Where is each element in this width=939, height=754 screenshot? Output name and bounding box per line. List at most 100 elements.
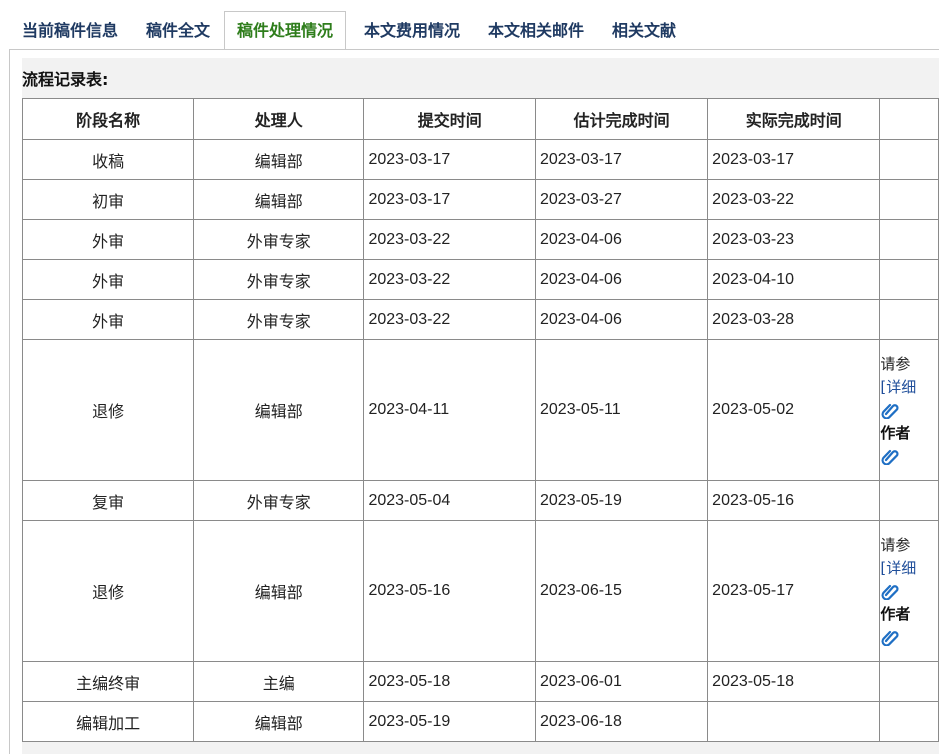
cell-stage: 复审 xyxy=(21,480,195,521)
cell-actual: 2023-04-10 xyxy=(707,259,881,300)
cell-stage: 退修 xyxy=(21,520,195,662)
header-estimated-time: 估计完成时间 xyxy=(534,98,709,140)
table-row: 编辑加工 编辑部 2023-05-19 2023-06-18 xyxy=(21,701,939,742)
header-actual-time: 实际完成时间 xyxy=(707,98,881,140)
cell-estimated: 2023-03-17 xyxy=(534,139,709,180)
table-row: 收稿 编辑部 2023-03-17 2023-03-17 2023-03-17 xyxy=(21,139,939,180)
cell-note xyxy=(879,299,939,340)
note-text: 请参 xyxy=(880,535,911,554)
cell-stage: 外审 xyxy=(21,259,195,300)
header-submit-time: 提交时间 xyxy=(363,98,536,140)
cell-actual: 2023-03-23 xyxy=(707,219,881,260)
cell-submitted: 2023-03-17 xyxy=(363,139,536,180)
cell-stage: 外审 xyxy=(21,299,195,340)
tab-related-literature[interactable]: 相关文献 xyxy=(612,14,676,50)
cell-stage: 退修 xyxy=(21,339,195,481)
table-row: 主编终审 主编 2023-05-18 2023-06-01 2023-05-18 xyxy=(21,661,939,702)
note-author-label: 作者 xyxy=(880,604,911,623)
table-header-row: 阶段名称 处理人 提交时间 估计完成时间 实际完成时间 xyxy=(21,98,939,140)
tab-bar-divider xyxy=(10,49,939,50)
cell-handler: 外审专家 xyxy=(193,299,365,340)
content-left-border xyxy=(9,49,10,754)
table-row: 外审 外审专家 2023-03-22 2023-04-06 2023-03-28 xyxy=(21,299,939,340)
tab-manuscript-info[interactable]: 当前稿件信息 xyxy=(22,14,118,50)
author-attachment-link[interactable] xyxy=(881,626,938,649)
details-link[interactable]: [详细 xyxy=(881,376,938,399)
cell-handler: 外审专家 xyxy=(193,219,365,260)
table-row: 外审 外审专家 2023-03-22 2023-04-06 2023-03-23 xyxy=(21,219,939,260)
paperclip-icon xyxy=(881,584,899,600)
cell-handler: 编辑部 xyxy=(193,339,365,481)
cell-estimated: 2023-04-06 xyxy=(534,219,709,260)
cell-note xyxy=(879,480,939,521)
cell-handler: 编辑部 xyxy=(193,701,365,742)
cell-note xyxy=(879,259,939,300)
cell-stage: 主编终审 xyxy=(21,661,195,702)
cell-actual: 2023-03-22 xyxy=(707,179,881,220)
cell-submitted: 2023-05-04 xyxy=(363,480,536,521)
cell-estimated: 2023-03-27 xyxy=(534,179,709,220)
cell-note xyxy=(879,139,939,180)
cell-submitted: 2023-04-11 xyxy=(363,339,536,481)
cell-stage: 收稿 xyxy=(21,139,195,180)
table-row: 退修 编辑部 2023-05-16 2023-06-15 2023-05-17 … xyxy=(21,520,939,662)
cell-stage: 编辑加工 xyxy=(21,701,195,742)
cell-note xyxy=(879,219,939,260)
cell-note: 请参 [详细 作者 xyxy=(879,520,939,662)
cell-actual: 2023-05-16 xyxy=(707,480,881,521)
cell-submitted: 2023-03-22 xyxy=(363,219,536,260)
tab-bar: 当前稿件信息 稿件全文 稿件处理情况 本文费用情况 本文相关邮件 相关文献 xyxy=(0,0,939,50)
cell-stage: 初审 xyxy=(21,179,195,220)
attachment-link[interactable] xyxy=(881,399,938,422)
cell-actual: 2023-03-28 xyxy=(707,299,881,340)
tab-related-emails[interactable]: 本文相关邮件 xyxy=(488,14,584,50)
paperclip-icon xyxy=(881,403,899,419)
tab-processing-status[interactable]: 稿件处理情况 xyxy=(224,11,347,50)
tab-full-text[interactable]: 稿件全文 xyxy=(146,14,210,50)
cell-estimated: 2023-04-06 xyxy=(534,299,709,340)
tab-fees[interactable]: 本文费用情况 xyxy=(364,14,460,50)
cell-submitted: 2023-03-17 xyxy=(363,179,536,220)
cell-submitted: 2023-05-18 xyxy=(363,661,536,702)
table-row: 复审 外审专家 2023-05-04 2023-05-19 2023-05-16 xyxy=(21,480,939,521)
cell-handler: 外审专家 xyxy=(193,480,365,521)
cell-handler: 编辑部 xyxy=(193,139,365,180)
cell-actual xyxy=(707,701,881,742)
table-row: 退修 编辑部 2023-04-11 2023-05-11 2023-05-02 … xyxy=(21,339,939,481)
cell-handler: 主编 xyxy=(193,661,365,702)
cell-note xyxy=(879,701,939,742)
cell-submitted: 2023-05-19 xyxy=(363,701,536,742)
cell-handler: 外审专家 xyxy=(193,259,365,300)
header-handler: 处理人 xyxy=(193,98,365,140)
cell-note xyxy=(879,179,939,220)
cell-handler: 编辑部 xyxy=(193,520,365,662)
header-stage-name: 阶段名称 xyxy=(21,98,195,140)
cell-note xyxy=(879,661,939,702)
cell-estimated: 2023-06-01 xyxy=(534,661,709,702)
paperclip-icon xyxy=(881,630,899,646)
cell-submitted: 2023-03-22 xyxy=(363,259,536,300)
note-author-label: 作者 xyxy=(880,423,911,442)
cell-submitted: 2023-05-16 xyxy=(363,520,536,662)
header-notes xyxy=(879,98,939,140)
cell-note: 请参 [详细 作者 xyxy=(879,339,939,481)
author-attachment-link[interactable] xyxy=(881,445,938,468)
attachment-link[interactable] xyxy=(881,580,938,603)
cell-actual: 2023-05-02 xyxy=(707,339,881,481)
table-row: 外审 外审专家 2023-03-22 2023-04-06 2023-04-10 xyxy=(21,259,939,300)
cell-actual: 2023-03-17 xyxy=(707,139,881,180)
process-record-table: 阶段名称 处理人 提交时间 估计完成时间 实际完成时间 收稿 编辑部 2023-… xyxy=(21,98,939,742)
details-link[interactable]: [详细 xyxy=(881,557,938,580)
cell-estimated: 2023-05-11 xyxy=(534,339,709,481)
cell-handler: 编辑部 xyxy=(193,179,365,220)
cell-estimated: 2023-06-18 xyxy=(534,701,709,742)
cell-actual: 2023-05-17 xyxy=(707,520,881,662)
cell-estimated: 2023-04-06 xyxy=(534,259,709,300)
note-text: 请参 xyxy=(880,354,911,373)
cell-estimated: 2023-06-15 xyxy=(534,520,709,662)
table-row: 初审 编辑部 2023-03-17 2023-03-27 2023-03-22 xyxy=(21,179,939,220)
panel-title: 流程记录表: xyxy=(22,70,109,89)
cell-submitted: 2023-03-22 xyxy=(363,299,536,340)
cell-estimated: 2023-05-19 xyxy=(534,480,709,521)
paperclip-icon xyxy=(881,449,899,465)
